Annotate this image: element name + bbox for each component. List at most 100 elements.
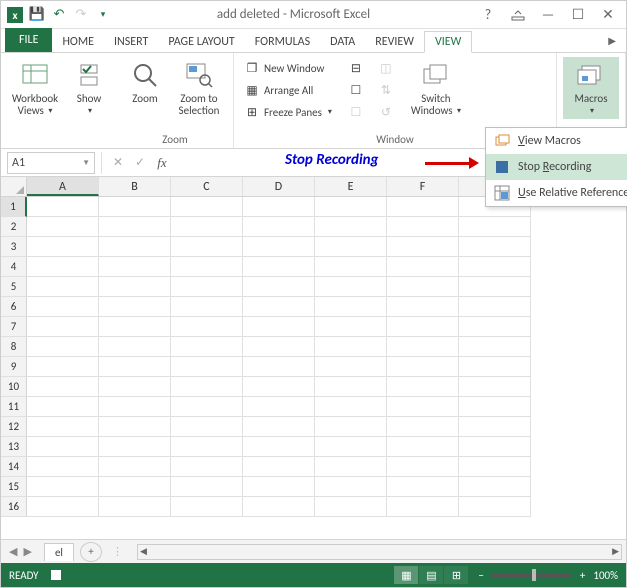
- cell[interactable]: [315, 437, 387, 457]
- zoom-out-button[interactable]: −: [478, 569, 483, 582]
- cell[interactable]: [27, 497, 99, 517]
- side-by-side-button[interactable]: ◫: [374, 57, 398, 79]
- row-header[interactable]: 9: [1, 357, 27, 377]
- cell[interactable]: [243, 377, 315, 397]
- cell[interactable]: [99, 197, 171, 217]
- name-box[interactable]: A1▼: [7, 152, 95, 174]
- row-header[interactable]: 11: [1, 397, 27, 417]
- cell[interactable]: [315, 277, 387, 297]
- cell[interactable]: [99, 497, 171, 517]
- cell[interactable]: [315, 197, 387, 217]
- zoom-slider[interactable]: [492, 573, 572, 577]
- cell[interactable]: [459, 337, 531, 357]
- tab-home[interactable]: HOME: [52, 32, 104, 52]
- row-header[interactable]: 12: [1, 417, 27, 437]
- cell[interactable]: [387, 377, 459, 397]
- cell[interactable]: [315, 217, 387, 237]
- tab-review[interactable]: REVIEW: [365, 32, 424, 52]
- cell[interactable]: [171, 217, 243, 237]
- cell[interactable]: [459, 377, 531, 397]
- cell[interactable]: [387, 417, 459, 437]
- ribbon-options-button[interactable]: [504, 3, 532, 27]
- cell[interactable]: [243, 357, 315, 377]
- cell[interactable]: [459, 297, 531, 317]
- col-header-d[interactable]: D: [243, 177, 315, 196]
- col-header-f[interactable]: F: [387, 177, 459, 196]
- cell[interactable]: [99, 417, 171, 437]
- cell[interactable]: [315, 257, 387, 277]
- select-all-button[interactable]: [1, 177, 27, 197]
- col-header-b[interactable]: B: [99, 177, 171, 196]
- close-button[interactable]: ✕: [594, 3, 622, 27]
- cell[interactable]: [171, 497, 243, 517]
- sheet-nav[interactable]: ◀▶: [1, 545, 40, 558]
- cell[interactable]: [387, 257, 459, 277]
- cell[interactable]: [459, 357, 531, 377]
- stop-recording-item[interactable]: Stop Recording: [486, 154, 627, 180]
- cell[interactable]: [387, 357, 459, 377]
- cell[interactable]: [459, 277, 531, 297]
- arrange-all-button[interactable]: ▦Arrange All: [240, 79, 336, 101]
- cell[interactable]: [171, 317, 243, 337]
- cell[interactable]: [27, 337, 99, 357]
- cell[interactable]: [387, 437, 459, 457]
- switch-windows-button[interactable]: SwitchWindows ▾: [408, 57, 464, 119]
- cell[interactable]: [459, 477, 531, 497]
- maximize-button[interactable]: ☐: [564, 3, 592, 27]
- cell[interactable]: [387, 197, 459, 217]
- new-sheet-button[interactable]: +: [80, 542, 102, 562]
- cell[interactable]: [171, 477, 243, 497]
- cell[interactable]: [459, 417, 531, 437]
- minimize-button[interactable]: —: [534, 3, 562, 27]
- save-icon[interactable]: 💾: [27, 5, 47, 25]
- page-layout-view-button[interactable]: ▤: [419, 566, 443, 584]
- cell[interactable]: [27, 357, 99, 377]
- cell[interactable]: [99, 317, 171, 337]
- cell[interactable]: [171, 397, 243, 417]
- cell[interactable]: [27, 397, 99, 417]
- page-break-view-button[interactable]: ⊞: [444, 566, 468, 584]
- unhide-button[interactable]: ☐: [344, 101, 368, 123]
- row-header[interactable]: 5: [1, 277, 27, 297]
- row-header[interactable]: 4: [1, 257, 27, 277]
- cell[interactable]: [243, 417, 315, 437]
- cell[interactable]: [459, 217, 531, 237]
- cell[interactable]: [387, 457, 459, 477]
- cell[interactable]: [243, 497, 315, 517]
- view-macros-item[interactable]: View Macros: [486, 128, 627, 154]
- row-header[interactable]: 2: [1, 217, 27, 237]
- tab-data[interactable]: DATA: [320, 32, 365, 52]
- cell[interactable]: [27, 217, 99, 237]
- cell[interactable]: [27, 297, 99, 317]
- cell[interactable]: [99, 477, 171, 497]
- cell[interactable]: [171, 337, 243, 357]
- cell[interactable]: [459, 237, 531, 257]
- cell[interactable]: [243, 217, 315, 237]
- cell[interactable]: [27, 277, 99, 297]
- cell[interactable]: [315, 317, 387, 337]
- row-header[interactable]: 15: [1, 477, 27, 497]
- row-header[interactable]: 8: [1, 337, 27, 357]
- cell[interactable]: [27, 477, 99, 497]
- cell[interactable]: [315, 497, 387, 517]
- horizontal-scrollbar[interactable]: ◀▶: [137, 544, 622, 560]
- cell[interactable]: [387, 217, 459, 237]
- cell[interactable]: [27, 317, 99, 337]
- cell[interactable]: [99, 357, 171, 377]
- zoom-level[interactable]: 100%: [593, 569, 618, 582]
- cell[interactable]: [27, 437, 99, 457]
- row-header[interactable]: 14: [1, 457, 27, 477]
- cell[interactable]: [99, 277, 171, 297]
- cell[interactable]: [99, 337, 171, 357]
- cell[interactable]: [99, 217, 171, 237]
- col-header-a[interactable]: A: [27, 177, 99, 196]
- cell[interactable]: [315, 237, 387, 257]
- freeze-panes-button[interactable]: ⊞Freeze Panes▾: [240, 101, 336, 123]
- row-header[interactable]: 3: [1, 237, 27, 257]
- cell[interactable]: [171, 277, 243, 297]
- cell[interactable]: [27, 237, 99, 257]
- cell[interactable]: [387, 497, 459, 517]
- macros-button[interactable]: Macros▾: [563, 57, 619, 119]
- cell[interactable]: [459, 257, 531, 277]
- cell[interactable]: [315, 397, 387, 417]
